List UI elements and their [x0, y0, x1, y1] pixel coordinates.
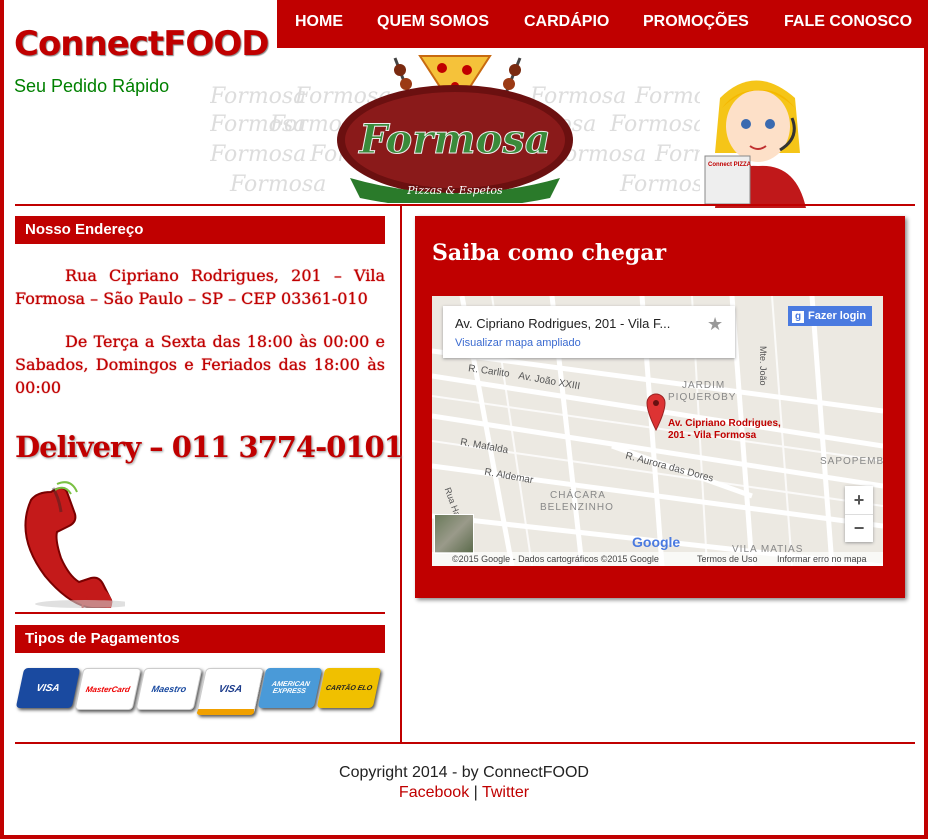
report-error-link[interactable]: Informar erro no mapa — [777, 552, 867, 566]
map-attribution-bar: ©2015 Google - Dados cartográficos ©2015… — [432, 552, 883, 566]
amex-card: AMERICAN EXPRESS — [257, 668, 323, 708]
divider — [15, 742, 915, 744]
banner-watermark: Formosa — [655, 142, 700, 167]
tagline: Seu Pedido Rápido — [14, 76, 170, 96]
divider — [15, 204, 915, 206]
street-label: Mte. João — [758, 346, 768, 386]
banner-watermark: Formosa — [620, 172, 700, 197]
embedded-map[interactable]: R. Carlito Av. João XXIII JARDIM PIQUERO… — [432, 296, 883, 566]
nav-cardapio[interactable]: CARDÁPIO — [524, 0, 609, 31]
phone-icon — [24, 481, 125, 608]
district-label: BELENZINHO — [540, 502, 614, 513]
payments-heading: Tipos de Pagamentos — [15, 625, 385, 653]
column-divider — [400, 206, 402, 742]
address-street: Rua Cipriano Rodrigues, 201 – Vila Formo… — [15, 266, 385, 308]
opening-hours: De Terça a Sexta das 18:00 às 00:00 e Sa… — [15, 332, 385, 397]
facebook-link[interactable]: Facebook — [399, 784, 469, 801]
copyright: Copyright 2014 - by ConnectFOOD — [339, 764, 589, 781]
zoom-in-button[interactable]: + — [845, 486, 873, 515]
view-larger-map-link[interactable]: Visualizar mapa ampliado — [455, 337, 581, 349]
banner-watermark: Formosa — [210, 142, 307, 167]
divider — [15, 612, 385, 614]
district-label: CHÁCARA — [550, 490, 606, 501]
district-label: PIQUEROBY — [668, 392, 737, 403]
mascot-screen-text: Connect PIZZA — [708, 162, 752, 168]
attendant-mascot-illustration: Connect PIZZA — [704, 80, 806, 208]
footer: Copyright 2014 - by ConnectFOOD Facebook… — [0, 764, 928, 802]
marker-label: Av. Cipriano Rodrigues, 201 - Vila Formo… — [668, 418, 781, 441]
zoom-out-button[interactable]: − — [845, 515, 873, 542]
payment-cards: VISA MasterCard Maestro VISA AMERICAN EX… — [15, 668, 382, 715]
zoom-control: + − — [845, 486, 873, 542]
map-heading: Saiba como chegar — [432, 240, 667, 266]
place-info-card: Av. Cipriano Rodrigues, 201 - Vila F... … — [443, 306, 735, 358]
nav-home[interactable]: HOME — [295, 0, 343, 31]
nav-quem-somos[interactable]: QUEM SOMOS — [377, 0, 489, 31]
login-button[interactable]: g Fazer login — [788, 306, 872, 326]
footer-separator: | — [473, 784, 478, 801]
banner-watermark: Formosa — [210, 84, 307, 109]
address-heading: Nosso Endereço — [15, 216, 385, 244]
nav-promocoes[interactable]: PROMOÇÕES — [643, 0, 749, 31]
formosa-logo-subtitle: Pizzas & Espetos — [406, 184, 503, 197]
satellite-toggle[interactable] — [434, 514, 474, 554]
google-g-icon: g — [792, 311, 804, 323]
mastercard-card: MasterCard — [74, 668, 142, 710]
google-logo: Google — [632, 534, 681, 550]
twitter-link[interactable]: Twitter — [482, 784, 529, 801]
banner-watermark: Formosa — [635, 84, 700, 109]
star-icon[interactable]: ★ — [707, 314, 723, 335]
map-marker-icon[interactable] — [645, 392, 667, 432]
terms-link[interactable]: Termos de Uso — [697, 552, 758, 566]
map-attribution: ©2015 Google - Dados cartográficos ©2015… — [452, 554, 659, 564]
banner-watermark: Formosa — [230, 172, 327, 197]
district-label: SAPOPEMBA — [820, 456, 883, 467]
main-nav: HOME QUEM SOMOS CARDÁPIO PROMOÇÕES FALE … — [277, 0, 928, 48]
formosa-logo-text: Formosa — [358, 116, 550, 163]
nav-fale-conosco[interactable]: FALE CONOSCO — [784, 0, 912, 31]
banner-watermark: Formosa — [610, 112, 700, 137]
delivery-phone: Delivery – 011 3774-0101 — [15, 430, 404, 464]
place-title: Av. Cipriano Rodrigues, 201 - Vila F... — [455, 316, 671, 331]
visa-card: VISA — [196, 668, 264, 715]
map-panel: Saiba como chegar R. Carlito Av. João XX… — [415, 216, 905, 598]
elo-card: CARTÃO ELO — [316, 668, 382, 708]
visa-electron-card: VISA — [15, 668, 81, 708]
maestro-card: Maestro — [135, 668, 203, 710]
banner: Formosa Formosa Formosa Formosa Formosa … — [210, 48, 700, 203]
district-label: JARDIM — [682, 380, 726, 391]
formosa-logo: Formosa Pizzas & Espetos — [337, 55, 573, 203]
